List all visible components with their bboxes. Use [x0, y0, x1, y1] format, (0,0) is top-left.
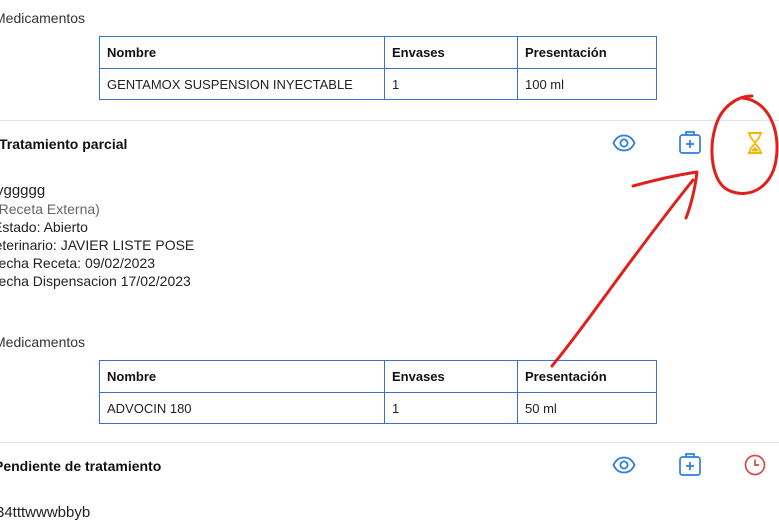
medicamentos-label-2: Medicamentos: [0, 334, 86, 350]
prescription-code-2: 34tttwwwbbyb: [0, 504, 91, 521]
medical-kit-button[interactable]: [677, 129, 703, 155]
table-header-row: Nombre Envases Presentación: [99, 360, 657, 393]
card-title-pendiente: Pendiente de tratamiento: [0, 458, 162, 474]
cell-nombre: GENTAMOX SUSPENSION INYECTABLE: [99, 68, 385, 100]
cell-envases: 1: [384, 68, 518, 100]
column-header-presentacion: Presentación: [517, 36, 657, 69]
cell-envases: 1: [384, 392, 518, 424]
fecha-receta-text: Fecha Receta: 09/02/2023: [0, 255, 156, 271]
estado-text: Estado: Abierto: [0, 219, 88, 235]
annotation-arrow-shaft: [550, 178, 695, 368]
medicamentos-table-1: Nombre Envases Presentación GENTAMOX SUS…: [99, 36, 657, 100]
divider: [0, 120, 779, 121]
divider: [0, 442, 779, 443]
view-button[interactable]: [611, 452, 637, 478]
medicamentos-label-1: Medicamentos: [0, 10, 86, 26]
column-header-envases: Envases: [384, 36, 518, 69]
cell-presentacion: 100 ml: [517, 68, 657, 100]
hourglass-button[interactable]: [742, 130, 768, 156]
column-header-nombre: Nombre: [99, 360, 385, 393]
cell-nombre: ADVOCIN 180: [99, 392, 385, 424]
eye-icon: [612, 456, 636, 474]
fecha-dispensacion-text: Fecha Dispensacion 17/02/2023: [0, 273, 191, 289]
column-header-envases: Envases: [384, 360, 518, 393]
medical-kit-icon: [679, 131, 701, 154]
veterinario-text: Veterinario: JAVIER LISTE POSE: [0, 237, 195, 253]
medical-kit-button[interactable]: [677, 451, 703, 477]
cell-presentacion: 50 ml: [517, 392, 657, 424]
prescription-code: yggggg: [0, 182, 46, 199]
card-title-tratamiento-parcial: Tratamiento parcial: [0, 136, 128, 152]
eye-icon: [612, 134, 636, 152]
medical-kit-icon: [679, 453, 701, 476]
table-header-row: Nombre Envases Presentación: [99, 36, 657, 69]
annotation-arrow-head: [631, 170, 699, 220]
clock-icon: [744, 454, 766, 476]
view-button[interactable]: [611, 130, 637, 156]
prescription-type: (Receta Externa): [0, 201, 100, 217]
column-header-nombre: Nombre: [99, 36, 385, 69]
medicamentos-table-2: Nombre Envases Presentación ADVOCIN 180 …: [99, 360, 657, 424]
table-row: GENTAMOX SUSPENSION INYECTABLE 1 100 ml: [99, 68, 657, 100]
hourglass-icon: [748, 132, 762, 154]
column-header-presentacion: Presentación: [517, 360, 657, 393]
table-row: ADVOCIN 180 1 50 ml: [99, 392, 657, 424]
pending-button[interactable]: [742, 452, 768, 478]
